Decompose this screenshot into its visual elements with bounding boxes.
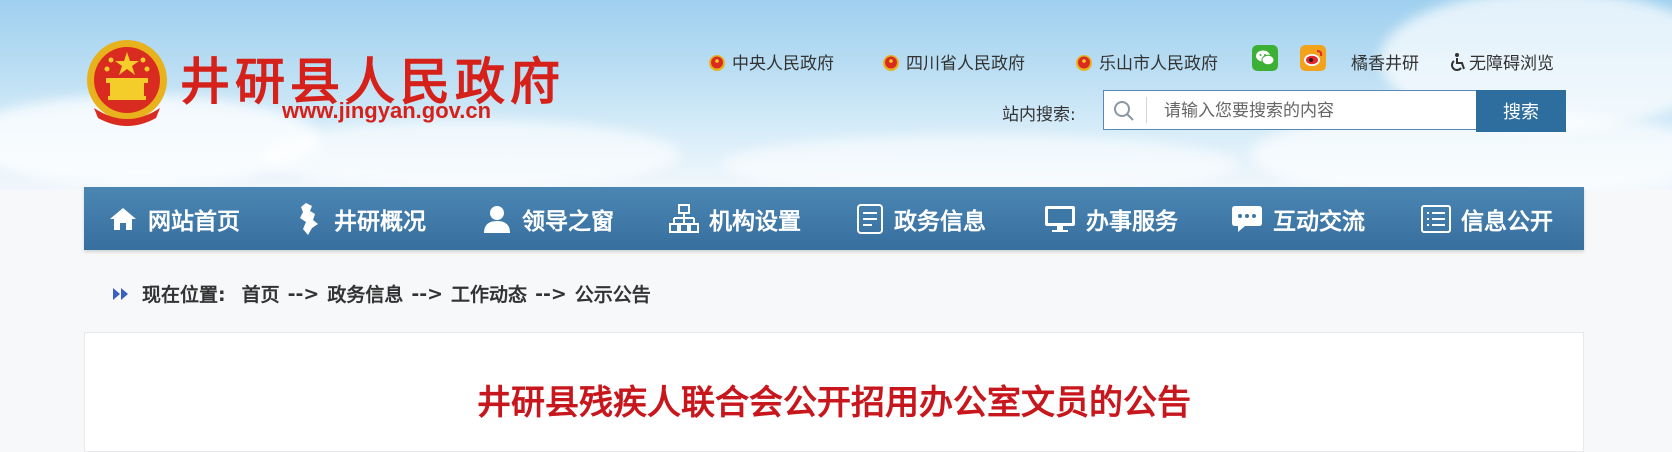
- search-divider: [1146, 97, 1147, 123]
- search-box: [1103, 90, 1485, 130]
- nav-label: 井研概况: [334, 208, 426, 235]
- nav-item-services[interactable]: 办事服务: [1044, 187, 1178, 250]
- nav-item-leaders[interactable]: 领导之窗: [482, 187, 614, 250]
- nav-label: 领导之窗: [522, 208, 614, 235]
- nav-label: 政务信息: [894, 208, 986, 235]
- chat-icon: [1232, 205, 1262, 232]
- breadcrumb-link-announcements[interactable]: 公示公告: [575, 280, 651, 307]
- nav-item-organization[interactable]: 机构设置: [669, 187, 801, 250]
- breadcrumb-link-work-news[interactable]: 工作动态: [451, 280, 527, 307]
- top-link-label: 乐山市人民政府: [1099, 54, 1218, 74]
- main-nav: 网站首页 井研概况 领导之窗 机构设置 政务信息 办事服务 互动交流 信息公开: [84, 187, 1584, 250]
- account-link[interactable]: 橘香井研: [1351, 49, 1419, 74]
- search-icon: [1114, 101, 1134, 121]
- nav-label: 办事服务: [1086, 208, 1178, 235]
- nav-label: 网站首页: [148, 208, 240, 235]
- emblem-icon: [883, 55, 899, 71]
- article-container: 井研县残疾人联合会公开招用办公室文员的公告: [84, 332, 1584, 452]
- double-arrow-icon: [113, 287, 128, 300]
- top-links: 中央人民政府 四川省人民政府 乐山市人民政府 橘香井研 无障碍浏览: [0, 45, 1672, 75]
- person-icon: [484, 205, 510, 233]
- home-icon: [110, 207, 136, 230]
- breadcrumb-link-home[interactable]: 首页: [242, 280, 280, 307]
- accessibility-link[interactable]: 无障碍浏览: [1448, 49, 1554, 74]
- breadcrumb: 现在位置: 首页 --> 政务信息 --> 工作动态 --> 公示公告: [112, 280, 651, 307]
- emblem-icon: [1076, 55, 1092, 71]
- wechat-icon[interactable]: [1252, 45, 1278, 71]
- org-chart-icon: [669, 203, 699, 233]
- accessibility-icon: [1451, 53, 1465, 71]
- search-input[interactable]: [1162, 97, 1436, 125]
- monitor-icon: [1045, 205, 1075, 232]
- header-banner: 井研县人民政府 www.jingyan.gov.cn 中央人民政府 四川省人民政…: [0, 0, 1672, 190]
- breadcrumb-prefix: 现在位置:: [142, 284, 226, 306]
- map-icon: [300, 202, 318, 235]
- nav-item-overview[interactable]: 井研概况: [294, 187, 426, 250]
- top-link-label: 四川省人民政府: [906, 54, 1025, 74]
- nav-item-home[interactable]: 网站首页: [108, 187, 240, 250]
- nav-label: 信息公开: [1461, 208, 1553, 235]
- cloud-decoration: [720, 135, 1240, 190]
- article-title: 井研县残疾人联合会公开招用办公室文员的公告: [477, 383, 1191, 423]
- breadcrumb-separator: -->: [535, 282, 567, 305]
- search-label: 站内搜索:: [1002, 105, 1076, 125]
- breadcrumb-separator: -->: [287, 282, 320, 305]
- accessibility-label: 无障碍浏览: [1469, 54, 1554, 74]
- site-url[interactable]: www.jingyan.gov.cn: [282, 98, 491, 124]
- top-link-central-gov[interactable]: 中央人民政府: [708, 49, 834, 74]
- nav-label: 机构设置: [709, 208, 801, 235]
- breadcrumb-link-gov-info[interactable]: 政务信息: [327, 280, 403, 307]
- top-link-label: 中央人民政府: [732, 54, 834, 74]
- list-icon: [1421, 204, 1451, 233]
- nav-label: 互动交流: [1273, 208, 1365, 235]
- search-button[interactable]: 搜索: [1476, 90, 1566, 132]
- breadcrumb-separator: -->: [411, 282, 444, 305]
- nav-item-disclosure[interactable]: 信息公开: [1421, 187, 1553, 250]
- weibo-icon[interactable]: [1300, 45, 1326, 71]
- nav-item-gov-info[interactable]: 政务信息: [856, 187, 986, 250]
- top-link-sichuan-gov[interactable]: 四川省人民政府: [882, 49, 1025, 74]
- nav-item-interaction[interactable]: 互动交流: [1231, 187, 1365, 250]
- top-link-leshan-gov[interactable]: 乐山市人民政府: [1075, 49, 1218, 74]
- document-icon: [857, 203, 883, 234]
- cloud-decoration: [260, 120, 680, 190]
- emblem-icon: [709, 55, 725, 71]
